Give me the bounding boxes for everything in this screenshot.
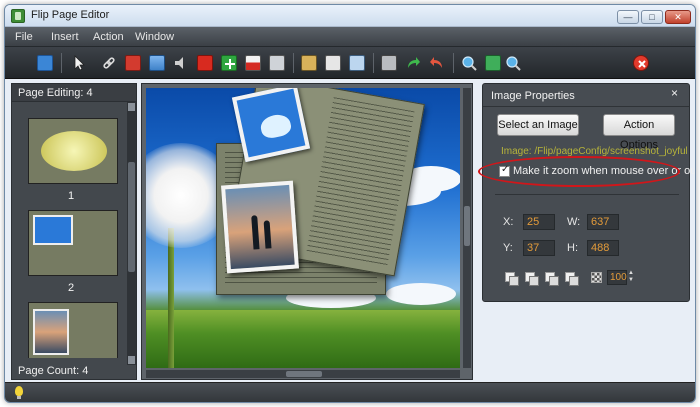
page-thumbnail-2[interactable] — [28, 210, 118, 276]
scrollbar-thumb[interactable] — [286, 371, 322, 377]
opacity-icon — [591, 272, 602, 283]
thumbnails-scrollbar[interactable] — [127, 102, 136, 365]
page-number-1: 1 — [67, 190, 75, 202]
scroll-up-arrow[interactable] — [128, 103, 135, 111]
height-input[interactable]: 488 — [587, 240, 619, 256]
app-icon — [11, 9, 25, 23]
opacity-input[interactable]: 100 — [607, 270, 627, 285]
youtube-icon[interactable] — [245, 55, 261, 71]
heart-shape — [258, 112, 293, 140]
maximize-button[interactable]: □ — [641, 10, 663, 24]
opacity-stepper[interactable]: ▲ ▼ — [628, 270, 634, 285]
video-icon[interactable] — [125, 55, 141, 71]
lightbulb-icon — [15, 386, 23, 399]
scrollbar-thumb[interactable] — [128, 162, 135, 272]
panel-title: Image Properties — [491, 90, 575, 102]
menu-bar: File Insert Action Window — [5, 27, 695, 47]
toolbar-separator — [293, 53, 294, 73]
page-thumbnail-3[interactable] — [28, 302, 118, 358]
toolbar-separator — [373, 53, 374, 73]
toolbar — [5, 47, 695, 79]
flash-icon[interactable] — [197, 55, 213, 71]
w-label: W: — [567, 216, 581, 228]
page-canvas-frame — [141, 83, 473, 380]
add-icon[interactable] — [221, 55, 237, 71]
cloud — [386, 283, 456, 305]
divider — [495, 194, 679, 195]
grass-field — [146, 310, 460, 368]
menu-file[interactable]: File — [15, 31, 33, 43]
action-options-button[interactable]: Action Options — [603, 114, 675, 151]
audio-icon[interactable] — [173, 55, 189, 71]
page-number-2: 2 — [67, 282, 75, 294]
delete-icon[interactable] — [381, 55, 397, 71]
y-input[interactable]: 37 — [523, 240, 555, 256]
x-label: X: — [503, 216, 514, 228]
text-lines — [306, 97, 415, 267]
page-canvas[interactable] — [146, 88, 460, 368]
paste-icon[interactable] — [301, 55, 317, 71]
zoom-out-icon[interactable] — [505, 55, 521, 71]
send-to-back-icon[interactable] — [525, 272, 539, 286]
h-label: H: — [567, 242, 578, 254]
zoom-in-icon[interactable] — [461, 55, 477, 71]
menu-window[interactable]: Window — [135, 31, 174, 43]
status-bar — [5, 382, 695, 402]
silhouette — [263, 220, 272, 249]
copy-icon[interactable] — [325, 55, 341, 71]
width-input[interactable]: 637 — [587, 214, 619, 230]
scrollbar-thumb[interactable] — [464, 206, 470, 246]
link-icon[interactable] — [101, 55, 117, 71]
bring-to-front-icon[interactable] — [505, 272, 519, 286]
toolbar-separator — [453, 53, 454, 73]
page-thumbnails-panel: Page Editing: 4 1 2 Page Count: 4 — [11, 83, 137, 380]
thumbnail-list: 1 2 — [18, 106, 124, 358]
fit-icon[interactable] — [485, 55, 501, 71]
pointer-icon[interactable] — [71, 55, 87, 71]
bring-forward-icon[interactable] — [545, 272, 559, 286]
y-label: Y: — [503, 242, 513, 254]
toolbar-separator — [61, 53, 62, 73]
page-editing-header: Page Editing: 4 — [12, 84, 136, 102]
image-icon[interactable] — [149, 55, 165, 71]
undo-icon[interactable] — [429, 55, 445, 71]
divider — [483, 106, 689, 107]
send-backward-icon[interactable] — [565, 272, 579, 286]
zoom-option-highlight — [478, 156, 680, 187]
panel-close-button[interactable]: × — [671, 86, 678, 100]
page-thumbnail-1[interactable] — [28, 118, 118, 184]
canvas-horizontal-scrollbar[interactable] — [146, 370, 460, 378]
scroll-down-arrow[interactable] — [128, 356, 135, 364]
print-icon[interactable] — [269, 55, 285, 71]
title-bar: Flip Page Editor — □ ✕ — [5, 5, 695, 27]
x-input[interactable]: 25 — [523, 214, 555, 230]
close-icon[interactable] — [633, 55, 649, 71]
window-title: Flip Page Editor — [31, 9, 110, 21]
menu-insert[interactable]: Insert — [51, 31, 79, 43]
silhouette — [251, 215, 260, 250]
window-close-button[interactable]: ✕ — [665, 10, 691, 24]
canvas-vertical-scrollbar[interactable] — [463, 88, 471, 368]
thumbnail-image — [41, 131, 107, 171]
thumbnail-image — [33, 309, 69, 355]
duplicate-icon[interactable] — [349, 55, 365, 71]
couple-photo[interactable] — [221, 180, 299, 274]
thumbnail-image — [33, 215, 73, 245]
page-count: Page Count: 4 — [18, 365, 89, 377]
dandelion-stem — [168, 228, 174, 368]
select-image-button[interactable]: Select an Image — [497, 114, 579, 136]
save-icon[interactable] — [37, 55, 53, 71]
menu-action[interactable]: Action — [93, 31, 124, 43]
app-window: Flip Page Editor — □ ✕ File Insert Actio… — [4, 4, 696, 403]
redo-icon[interactable] — [405, 55, 421, 71]
minimize-button[interactable]: — — [617, 10, 639, 24]
image-properties-panel: Image Properties × Select an Image Actio… — [482, 83, 695, 302]
